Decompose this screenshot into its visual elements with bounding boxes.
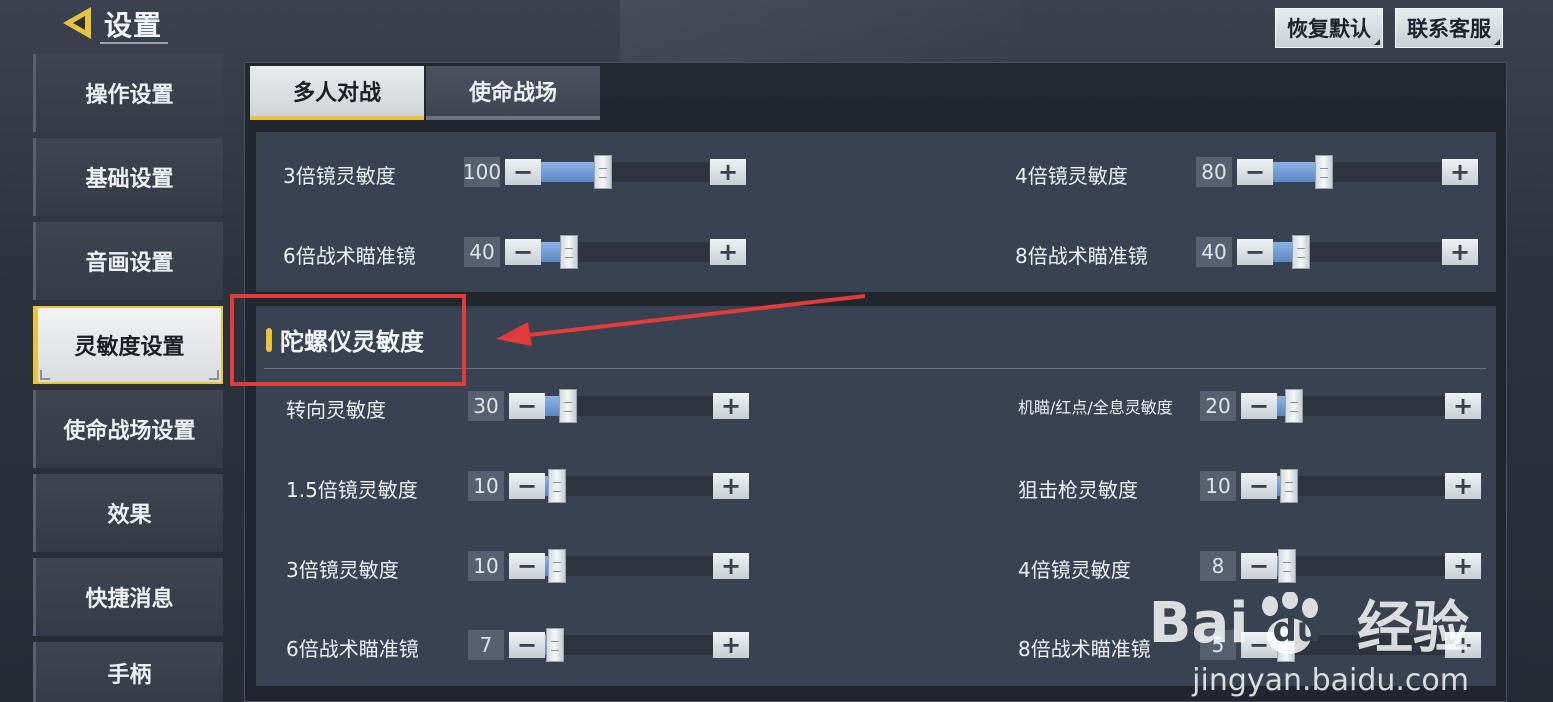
slider-track[interactable]: [541, 155, 709, 189]
slider-track[interactable]: [1273, 235, 1441, 269]
minus-button[interactable]: −: [1241, 393, 1277, 419]
slider-thumb[interactable]: [558, 389, 577, 423]
slider-track[interactable]: [545, 389, 713, 423]
minus-button[interactable]: −: [509, 393, 545, 419]
plus-button[interactable]: +: [710, 159, 746, 185]
slider-thumb[interactable]: [1285, 389, 1304, 423]
minus-button[interactable]: −: [1237, 159, 1273, 185]
plus-button[interactable]: +: [713, 553, 749, 579]
sidebar-item-operation[interactable]: 操作设置: [33, 54, 223, 132]
plus-button[interactable]: +: [1445, 553, 1481, 579]
plus-button[interactable]: +: [710, 239, 746, 265]
slider-label: 机瞄/红点/全息灵敏度: [1018, 398, 1173, 417]
slider-value[interactable]: 10: [468, 471, 504, 501]
back-button[interactable]: [55, 2, 99, 44]
slider-label: 1.5倍镜灵敏度: [286, 478, 418, 502]
sidebar-item-basic[interactable]: 基础设置: [33, 138, 223, 216]
slider-value[interactable]: 20: [1200, 391, 1236, 421]
slider-track[interactable]: [1277, 469, 1445, 503]
page-title: 设置: [104, 9, 163, 42]
slider-fill: [541, 162, 597, 182]
sidebar-item-gamepad[interactable]: 手柄: [33, 642, 223, 702]
minus-button[interactable]: −: [509, 553, 545, 579]
slider-label: 8倍战术瞄准镜: [1018, 637, 1151, 661]
slider-value[interactable]: 8: [1200, 551, 1236, 581]
background-decoration: [620, 0, 1020, 62]
slider-track[interactable]: [545, 469, 713, 503]
minus-button[interactable]: −: [505, 159, 541, 185]
slider-track[interactable]: [1273, 155, 1441, 189]
slider-track[interactable]: [1277, 389, 1445, 423]
slider-label: 6倍战术瞄准镜: [283, 244, 416, 268]
plus-button[interactable]: +: [1442, 239, 1478, 265]
sidebar-item-audio-video[interactable]: 音画设置: [33, 222, 223, 300]
slider-label: 转向灵敏度: [286, 398, 386, 422]
slider-value[interactable]: 40: [464, 237, 500, 267]
plus-button[interactable]: +: [1442, 159, 1478, 185]
plus-button[interactable]: +: [1445, 473, 1481, 499]
slider-thumb[interactable]: [560, 235, 579, 269]
slider-label: 8倍战术瞄准镜: [1015, 244, 1148, 268]
annotation-arrow-icon: [496, 294, 866, 346]
slider-thumb[interactable]: [594, 155, 612, 189]
tab-multiplayer[interactable]: 多人对战: [250, 66, 424, 120]
slider-value[interactable]: 10: [468, 551, 504, 581]
baidu-watermark: Bai du 经验: [1149, 583, 1469, 664]
plus-button[interactable]: +: [713, 632, 749, 658]
slider-thumb[interactable]: [547, 469, 566, 503]
slider-value[interactable]: 100: [463, 157, 501, 187]
watermark-brand-suffix: du: [1272, 609, 1321, 650]
slider-thumb[interactable]: [1278, 549, 1297, 583]
sidebar-item-quick-messages[interactable]: 快捷消息: [33, 558, 223, 636]
slider-value[interactable]: 40: [1196, 237, 1232, 267]
watermark-brand-cn: 经验: [1357, 596, 1469, 661]
back-arrow-icon: [63, 7, 91, 39]
slider-track[interactable]: [541, 235, 709, 269]
slider-thumb[interactable]: [1314, 155, 1333, 189]
slider-fill: [1273, 162, 1318, 182]
slider-label: 4倍镜灵敏度: [1015, 164, 1128, 188]
sidebar-item-battle-royale[interactable]: 使命战场设置: [33, 390, 223, 468]
title-underline: [100, 42, 168, 44]
sidebar-item-effects[interactable]: 效果: [33, 474, 223, 552]
tab-battle-royale[interactable]: 使命战场: [426, 66, 600, 120]
plus-button[interactable]: +: [713, 393, 749, 419]
slider-track[interactable]: [545, 549, 713, 583]
slider-label: 3倍镜灵敏度: [286, 558, 399, 582]
restore-default-button[interactable]: 恢复默认: [1275, 8, 1383, 48]
slider-thumb[interactable]: [545, 628, 564, 662]
contact-support-button[interactable]: 联系客服: [1395, 8, 1503, 48]
slider-label: 狙击枪灵敏度: [1018, 478, 1138, 502]
annotation-highlight-box: [230, 294, 466, 386]
slider-value[interactable]: 7: [468, 630, 504, 660]
minus-button[interactable]: −: [1241, 473, 1277, 499]
slider-track[interactable]: [1277, 549, 1445, 583]
sidebar-item-sensitivity[interactable]: 灵敏度设置: [33, 306, 223, 384]
slider-label: 4倍镜灵敏度: [1018, 558, 1131, 582]
slider-thumb[interactable]: [1292, 235, 1311, 269]
watermark-brand: Bai: [1148, 591, 1249, 656]
slider-thumb[interactable]: [547, 549, 566, 583]
slider-value[interactable]: 10: [1200, 471, 1236, 501]
minus-button[interactable]: −: [509, 632, 545, 658]
slider-label: 3倍镜灵敏度: [283, 164, 396, 188]
minus-button[interactable]: −: [1237, 239, 1273, 265]
minus-button[interactable]: −: [1241, 553, 1277, 579]
slider-value[interactable]: 30: [468, 391, 504, 421]
slider-track[interactable]: [545, 628, 713, 662]
slider-label: 6倍战术瞄准镜: [286, 637, 419, 661]
minus-button[interactable]: −: [509, 473, 545, 499]
minus-button[interactable]: −: [505, 239, 541, 265]
slider-value[interactable]: 80: [1196, 157, 1232, 187]
watermark-url: jingyan.baidu.com: [1192, 663, 1469, 698]
slider-thumb[interactable]: [1279, 469, 1298, 503]
plus-button[interactable]: +: [713, 473, 749, 499]
plus-button[interactable]: +: [1445, 393, 1481, 419]
